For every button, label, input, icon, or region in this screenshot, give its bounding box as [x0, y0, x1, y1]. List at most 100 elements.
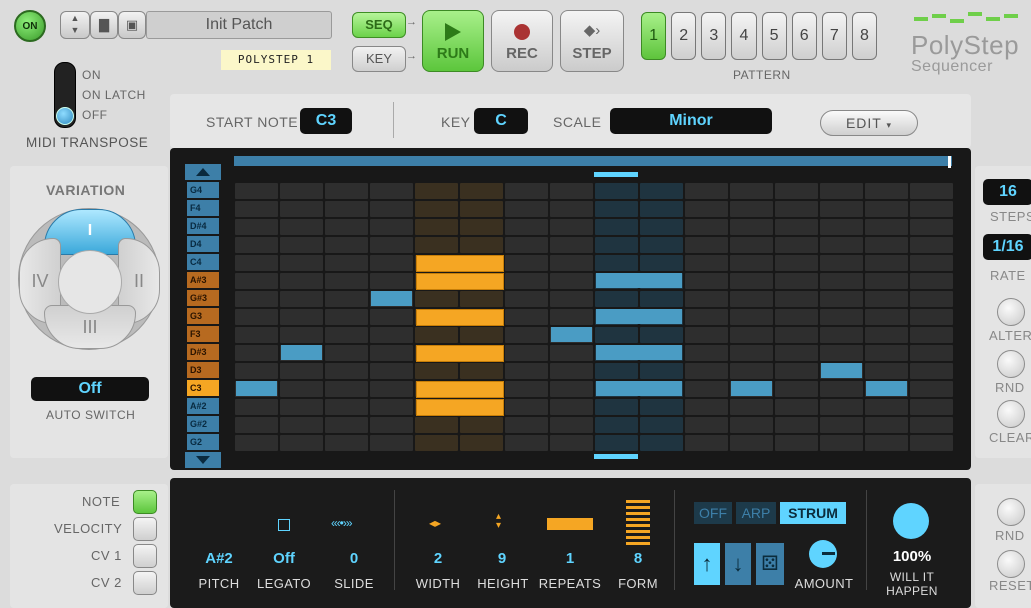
grid-cell[interactable]: [865, 219, 908, 235]
grid-cell[interactable]: [595, 219, 638, 235]
grid-cell[interactable]: [235, 291, 278, 307]
pattern-8-button[interactable]: 8: [851, 12, 877, 60]
grid-cell[interactable]: [235, 327, 278, 343]
grid-cell[interactable]: [505, 345, 548, 361]
grid-cell[interactable]: [280, 381, 323, 397]
note-block[interactable]: [281, 345, 322, 360]
grid-cell[interactable]: [460, 201, 503, 217]
row-label-d3[interactable]: D3: [187, 362, 219, 378]
grid-cell[interactable]: [415, 327, 458, 343]
amount-knob[interactable]: [809, 540, 837, 568]
lane-cv2-button[interactable]: [133, 571, 157, 595]
grid-cell[interactable]: [775, 327, 818, 343]
grid-cell[interactable]: [460, 327, 503, 343]
grid-cell[interactable]: [865, 363, 908, 379]
grid-cell[interactable]: [865, 291, 908, 307]
grid-cell[interactable]: [325, 309, 368, 325]
grid-cell[interactable]: [370, 219, 413, 235]
rnd-button[interactable]: [997, 350, 1025, 378]
row-label-ds3[interactable]: D#3: [187, 344, 219, 360]
grid-cell[interactable]: [685, 291, 728, 307]
grid-cell[interactable]: [550, 237, 593, 253]
grid-cell[interactable]: [640, 417, 683, 433]
grid-cell[interactable]: [415, 291, 458, 307]
grid-cell[interactable]: [730, 273, 773, 289]
lane-rnd-button[interactable]: [997, 498, 1025, 526]
pattern-4-button[interactable]: 4: [731, 12, 757, 60]
grid-cell[interactable]: [415, 435, 458, 451]
folder-icon[interactable]: ▇: [90, 11, 118, 39]
grid-cell[interactable]: [460, 183, 503, 199]
row-label-as3[interactable]: A#3: [187, 272, 219, 288]
row-label-c4[interactable]: C4: [187, 254, 219, 270]
grid-cell[interactable]: [280, 255, 323, 271]
grid-cell[interactable]: [505, 219, 548, 235]
grid-cell[interactable]: [820, 273, 863, 289]
grid-cell[interactable]: [775, 363, 818, 379]
grid-cell[interactable]: [280, 309, 323, 325]
grid-cell[interactable]: [550, 291, 593, 307]
mode-strum-button[interactable]: STRUM: [780, 502, 846, 524]
grid-cell[interactable]: [685, 255, 728, 271]
grid-cell[interactable]: [505, 255, 548, 271]
grid-cell[interactable]: [730, 237, 773, 253]
grid-cell[interactable]: [415, 363, 458, 379]
slide-value[interactable]: 0: [334, 550, 374, 567]
grid-cell[interactable]: [910, 273, 953, 289]
step-button[interactable]: ◆› STEP: [560, 10, 624, 72]
grid-cell[interactable]: [280, 201, 323, 217]
grid-cell[interactable]: [550, 183, 593, 199]
grid-cell[interactable]: [280, 183, 323, 199]
grid-cell[interactable]: [505, 291, 548, 307]
note-block[interactable]: [596, 345, 682, 360]
grid-cell[interactable]: [505, 363, 548, 379]
grid-cell[interactable]: [325, 255, 368, 271]
grid-cell[interactable]: [730, 255, 773, 271]
grid-cell[interactable]: [235, 417, 278, 433]
grid-cell[interactable]: [460, 237, 503, 253]
grid-cell[interactable]: [730, 309, 773, 325]
grid-cell[interactable]: [595, 363, 638, 379]
grid-cell[interactable]: [865, 237, 908, 253]
note-block-selected[interactable]: [416, 381, 504, 398]
grid-cell[interactable]: [550, 255, 593, 271]
repeats-value[interactable]: 1: [550, 550, 590, 567]
pattern-3-button[interactable]: 3: [701, 12, 727, 60]
grid-cell[interactable]: [505, 435, 548, 451]
grid-cell[interactable]: [550, 273, 593, 289]
note-block[interactable]: [866, 381, 907, 396]
rec-button[interactable]: REC: [491, 10, 553, 72]
strum-up-button[interactable]: ↑: [694, 543, 720, 585]
grid-cell[interactable]: [910, 219, 953, 235]
grid-cell[interactable]: [280, 291, 323, 307]
grid-cell[interactable]: [910, 417, 953, 433]
grid-cell[interactable]: [640, 291, 683, 307]
grid-cell[interactable]: [820, 381, 863, 397]
grid-cell[interactable]: [685, 309, 728, 325]
grid-cell[interactable]: [235, 363, 278, 379]
grid-cell[interactable]: [550, 309, 593, 325]
note-block-selected[interactable]: [416, 273, 504, 290]
rate-display[interactable]: 1/16: [983, 234, 1031, 260]
grid-cell[interactable]: [460, 219, 503, 235]
grid-cell[interactable]: [640, 183, 683, 199]
note-block[interactable]: [596, 381, 682, 396]
grid-cell[interactable]: [910, 345, 953, 361]
grid-cell[interactable]: [370, 201, 413, 217]
grid-cell[interactable]: [910, 309, 953, 325]
grid-cell[interactable]: [415, 237, 458, 253]
save-icon[interactable]: ▣: [118, 11, 146, 39]
grid-cell[interactable]: [640, 201, 683, 217]
scroll-down-button[interactable]: [185, 452, 221, 468]
grid-cell[interactable]: [730, 219, 773, 235]
grid-cell[interactable]: [325, 183, 368, 199]
grid-cell[interactable]: [820, 345, 863, 361]
grid-cell[interactable]: [775, 219, 818, 235]
grid-cell[interactable]: [730, 363, 773, 379]
grid-cell[interactable]: [325, 327, 368, 343]
grid-cell[interactable]: [775, 255, 818, 271]
steps-display[interactable]: 16: [983, 179, 1031, 205]
grid-cell[interactable]: [325, 237, 368, 253]
grid-cell[interactable]: [370, 255, 413, 271]
grid-cell[interactable]: [370, 309, 413, 325]
